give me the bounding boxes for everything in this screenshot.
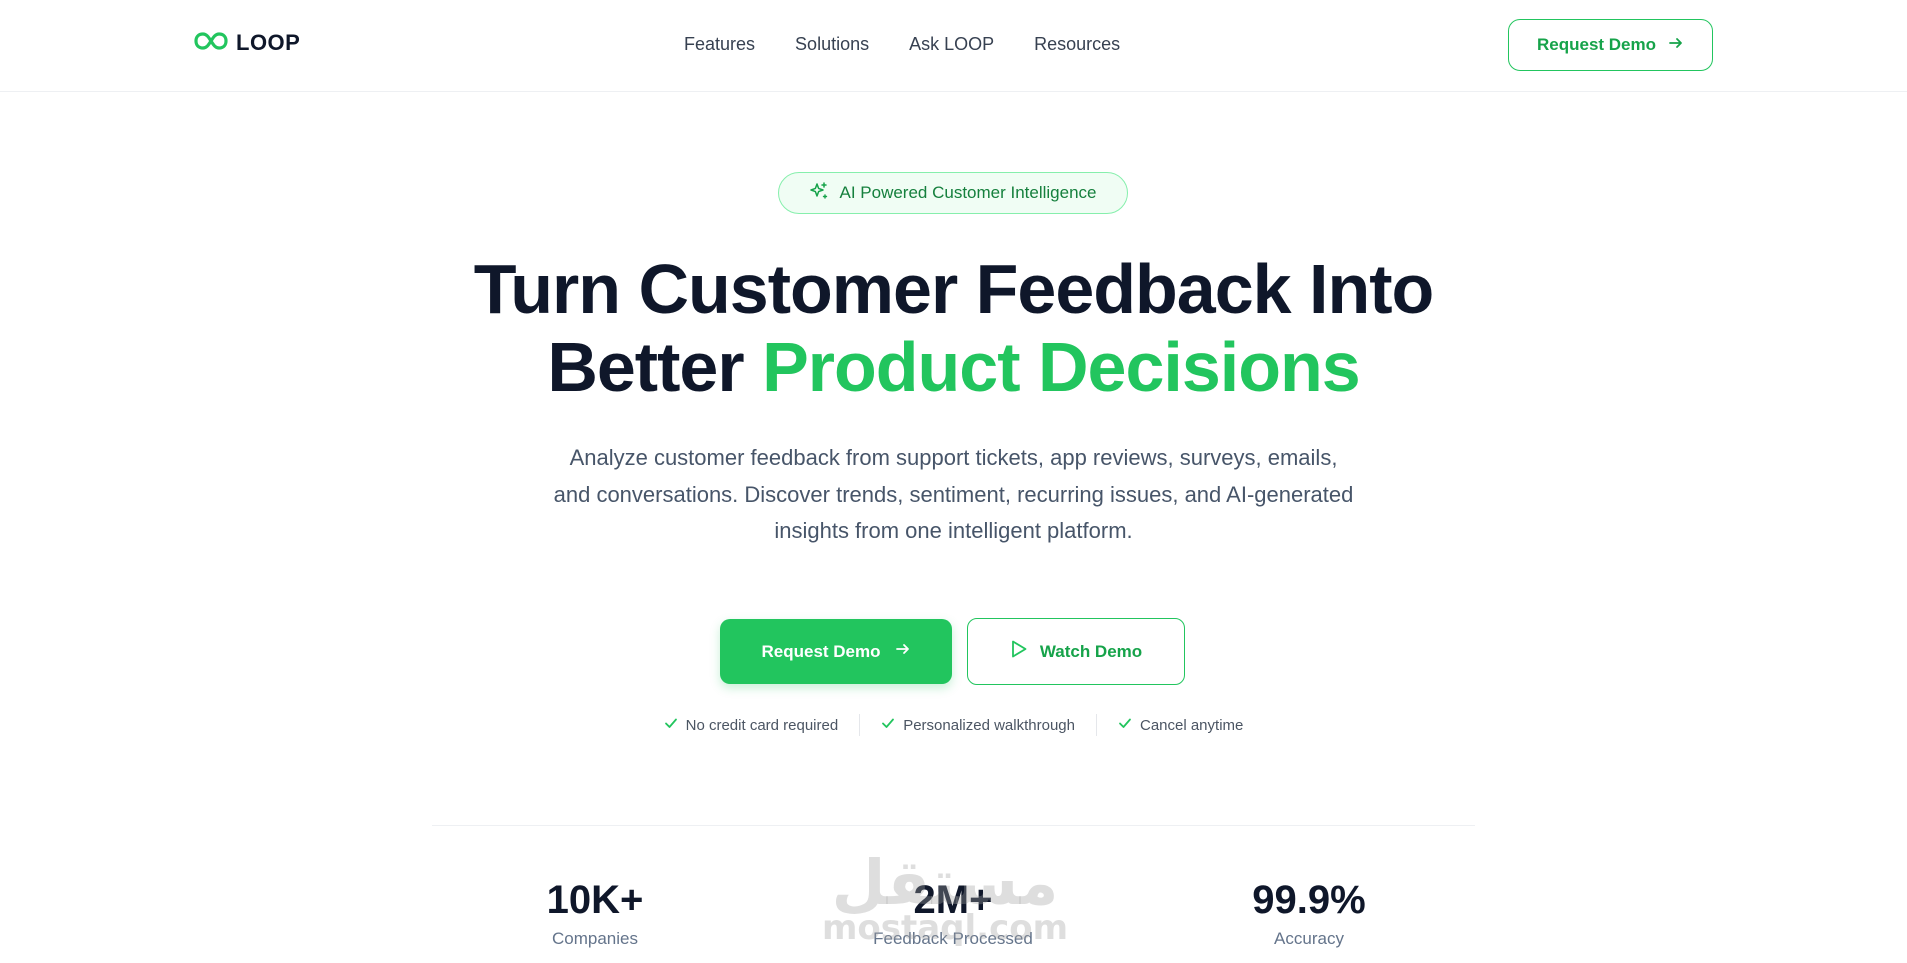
arrow-right-icon xyxy=(1668,35,1684,56)
check-icon xyxy=(1118,716,1132,734)
arrow-right-icon xyxy=(895,641,911,662)
nav-link-features[interactable]: Features xyxy=(684,34,755,55)
hero-title-line1: Turn Customer Feedback Into xyxy=(473,250,1435,328)
main-nav: Features Solutions Ask LOOP Resources xyxy=(684,34,1120,55)
stat-label: Accuracy xyxy=(1274,929,1344,948)
brand-logo[interactable]: LOOP xyxy=(194,30,300,56)
hero-benefits: No credit card required Personalized wal… xyxy=(0,714,1907,736)
stat-value: 10K+ xyxy=(546,878,644,922)
stat-label: Companies xyxy=(552,929,638,948)
hero-title: Turn Customer Feedback Into Better Produ… xyxy=(0,250,1907,406)
nav-request-demo-button[interactable]: Request Demo xyxy=(1508,19,1713,71)
hero-title-accent: Product Decisions xyxy=(762,328,1361,406)
stat-label: Feedback Processed xyxy=(873,929,1033,948)
nav-request-demo-label: Request Demo xyxy=(1536,35,1657,54)
hero-subtitle-line2: and conversations. Discover trends, sent… xyxy=(553,481,1354,507)
hero-title-line2: Better Product Decisions xyxy=(0,328,1907,406)
stats-divider xyxy=(432,825,1475,826)
stat-value: 2M+ xyxy=(913,878,993,922)
nav-link-solutions[interactable]: Solutions xyxy=(795,34,869,55)
top-navbar: LOOP Features Solutions Ask LOOP Resourc… xyxy=(0,0,1907,92)
benefit-item: Cancel anytime xyxy=(1097,716,1264,734)
check-icon xyxy=(664,716,678,734)
stat-companies: 10K+ Companies xyxy=(465,875,725,949)
benefit-item: No credit card required xyxy=(643,716,860,734)
infinity-icon xyxy=(194,31,228,56)
hero-request-demo-label: Request Demo xyxy=(761,641,881,661)
hero-title-plain: Better xyxy=(547,328,763,406)
stat-feedback-processed: 2M+ Feedback Processed xyxy=(823,875,1083,949)
play-icon xyxy=(1010,639,1028,664)
benefit-label: Cancel anytime xyxy=(1139,716,1244,734)
hero-watch-demo-label: Watch Demo xyxy=(1039,641,1143,661)
benefit-item: Personalized walkthrough xyxy=(860,716,1096,734)
hero-badge: AI Powered Customer Intelligence xyxy=(778,172,1128,214)
benefit-label: No credit card required xyxy=(685,716,839,734)
hero-subtitle-line3: insights from one intelligent platform. xyxy=(774,518,1133,543)
check-icon xyxy=(881,716,895,734)
hero-watch-demo-button[interactable]: Watch Demo xyxy=(967,618,1185,685)
benefit-label: Personalized walkthrough xyxy=(903,716,1075,734)
nav-link-resources[interactable]: Resources xyxy=(1034,34,1120,55)
stat-accuracy: 99.9% Accuracy xyxy=(1179,875,1439,949)
hero-badge-label: AI Powered Customer Intelligence xyxy=(839,183,1097,202)
stat-value: 99.9% xyxy=(1252,878,1366,922)
hero-subtitle-line1: Analyze customer feedback from support t… xyxy=(569,445,1338,470)
brand-name: LOOP xyxy=(236,30,301,55)
hero-subtitle: Analyze customer feedback from support t… xyxy=(520,440,1387,550)
nav-link-ask-loop[interactable]: Ask LOOP xyxy=(909,34,994,55)
sparkles-icon xyxy=(809,181,829,206)
hero-request-demo-button[interactable]: Request Demo xyxy=(720,619,952,684)
